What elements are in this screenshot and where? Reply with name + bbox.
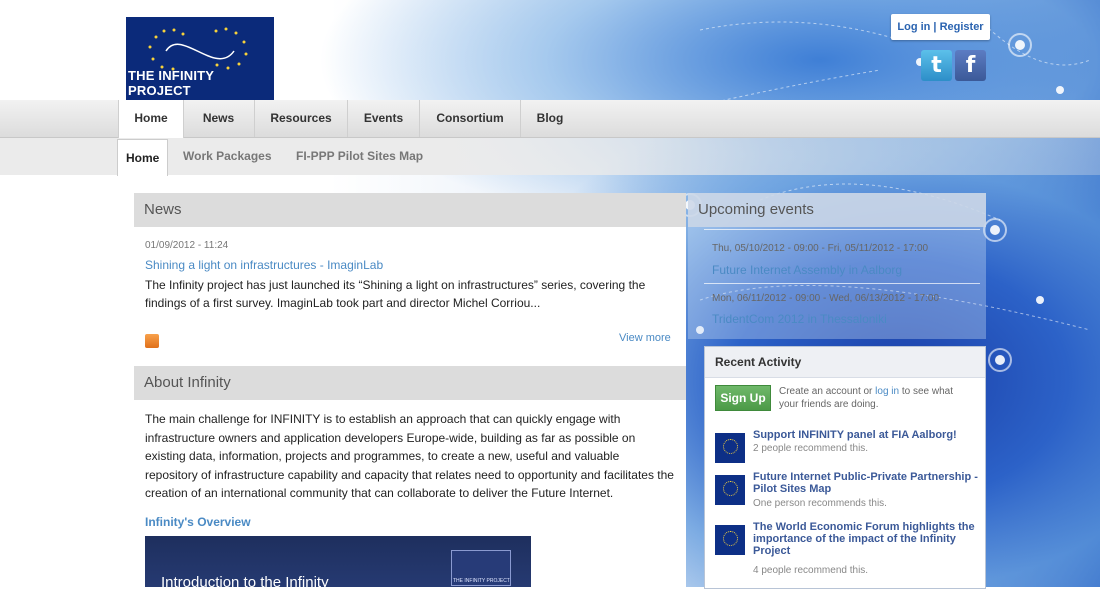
about-heading: About Infinity — [134, 366, 686, 400]
view-more-link[interactable]: View more — [619, 332, 671, 344]
signup-login-link[interactable]: log in — [875, 386, 899, 397]
news-body: The Infinity project has just launched i… — [145, 278, 646, 310]
primary-nav: Home News Resources Events Consortium Bl… — [0, 100, 1100, 138]
activity-item[interactable]: The World Economic Forum highlights the … — [715, 521, 980, 577]
signup-text-pre: Create an account or — [779, 386, 876, 397]
secondary-nav: Home Work Packages FI-PPP Pilot Sites Ma… — [0, 138, 1100, 176]
activity-item[interactable]: Support INFINITY panel at FIA Aalborg! 2… — [715, 429, 980, 465]
activity-recommend-count: 4 people recommend this. — [753, 565, 869, 576]
overview-link[interactable]: Infinity's Overview — [145, 515, 251, 529]
video-logo-text: THE INFINITY PROJECT — [453, 578, 510, 584]
nav-tab-consortium[interactable]: Consortium — [420, 100, 521, 137]
sign-up-button[interactable]: Sign Up — [715, 385, 771, 411]
eu-flag-thumbnail — [715, 433, 745, 463]
overview-video[interactable]: THE INFINITY PROJECT Introduction to the… — [145, 536, 531, 587]
eu-flag-thumbnail — [715, 475, 745, 505]
facebook-icon[interactable]: f — [955, 50, 986, 81]
divider — [704, 283, 980, 284]
subnav-tab-work-packages[interactable]: Work Packages — [183, 138, 272, 175]
event-title-link[interactable]: Future Internet Assembly in Aalborg — [712, 263, 902, 277]
nav-tab-resources[interactable]: Resources — [255, 100, 348, 137]
news-date: 01/09/2012 - 11:24 — [145, 240, 229, 251]
twitter-glyph: t — [931, 53, 942, 78]
divider — [704, 229, 980, 230]
facebook-glyph: f — [965, 53, 976, 78]
nav-tab-blog[interactable]: Blog — [521, 100, 579, 137]
nav-tab-events[interactable]: Events — [348, 100, 420, 137]
eu-flag-thumbnail — [715, 525, 745, 555]
activity-title[interactable]: Future Internet Public-Private Partnersh… — [753, 471, 978, 495]
video-logo-icon: THE INFINITY PROJECT — [451, 550, 511, 586]
event-title-link[interactable]: TridentCom 2012 in Thessaloniki — [712, 312, 887, 326]
signup-prompt: Create an account or log in to see what … — [779, 385, 969, 411]
activity-title[interactable]: The World Economic Forum highlights the … — [753, 521, 978, 557]
subnav-tab-home[interactable]: Home — [117, 139, 169, 176]
nav-tab-home[interactable]: Home — [118, 100, 184, 138]
activity-recommend-count: 2 people recommend this. — [753, 443, 869, 454]
login-register-link[interactable]: Log in | Register — [891, 14, 990, 40]
logo-text: THE INFINITY PROJECT — [128, 68, 214, 98]
rss-icon[interactable] — [145, 334, 159, 348]
video-title: Introduction to the Infinity — [161, 574, 329, 587]
twitter-icon[interactable]: t — [921, 50, 952, 81]
news-heading: News — [134, 193, 686, 227]
activity-title[interactable]: Support INFINITY panel at FIA Aalborg! — [753, 429, 978, 441]
about-body: The main challenge for INFINITY is to es… — [145, 412, 674, 500]
event-date: Thu, 05/10/2012 - 09:00 - Fri, 05/11/201… — [712, 243, 929, 254]
activity-item[interactable]: Future Internet Public-Private Partnersh… — [715, 471, 980, 515]
news-title-link[interactable]: Shining a light on infrastructures - Ima… — [145, 258, 383, 272]
site-logo[interactable]: THE INFINITY PROJECT — [126, 17, 274, 100]
subnav-tab-pilot-sites-map[interactable]: FI-PPP Pilot Sites Map — [296, 138, 423, 175]
event-date: Mon, 06/11/2012 - 09:00 - Wed, 06/13/201… — [712, 293, 940, 304]
nav-tab-news[interactable]: News — [183, 100, 255, 137]
recent-activity-heading: Recent Activity — [705, 347, 985, 378]
events-heading: Upcoming events — [688, 193, 986, 227]
activity-recommend-count: One person recommends this. — [753, 498, 887, 509]
recent-activity-widget: Recent Activity Sign Up Create an accoun… — [704, 346, 986, 589]
